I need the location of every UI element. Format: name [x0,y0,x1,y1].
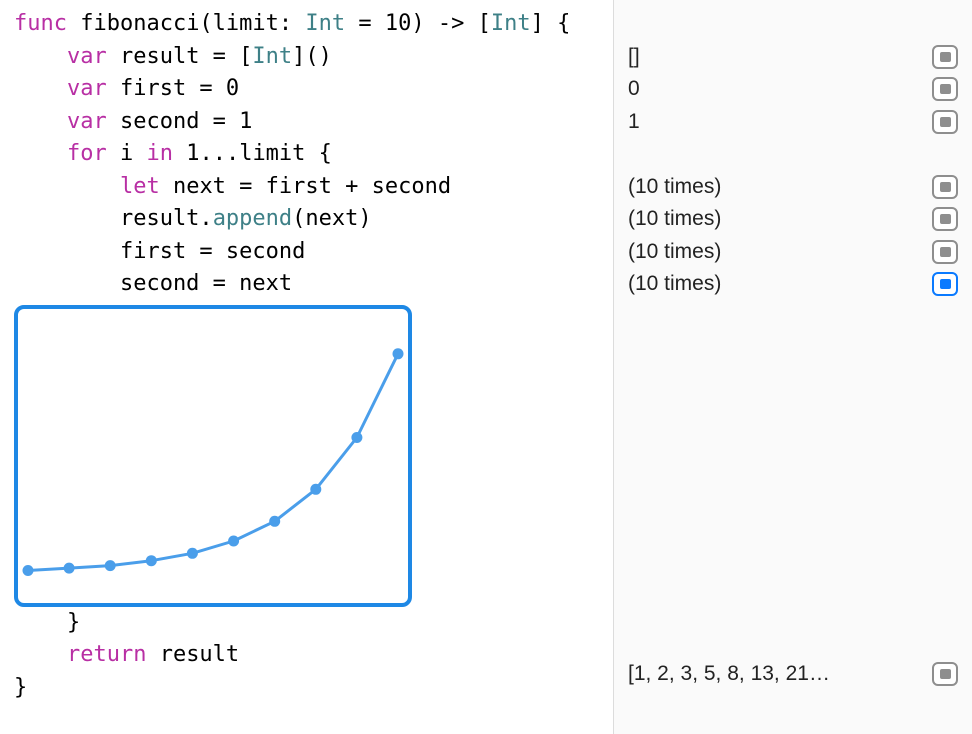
quicklook-button[interactable] [932,175,958,199]
keyword-in: in [146,141,173,166]
quicklook-icon [940,247,951,257]
result-row: (10 times) [628,203,958,236]
keyword-for: for [14,141,107,166]
result-value: 0 [628,77,932,101]
method-append: append [213,206,292,231]
keyword-var: var [14,76,107,101]
result-row: (10 times) [628,236,958,269]
quicklook-button[interactable] [932,662,958,686]
result-row: 1 [628,106,958,139]
result-row: (10 times) [628,171,958,204]
quicklook-button[interactable] [932,207,958,231]
chart-points [23,348,404,576]
quicklook-button[interactable] [932,45,958,69]
keyword-let: let [14,174,160,199]
quicklook-button[interactable] [932,240,958,264]
result-gap [628,138,958,171]
quicklook-button-active[interactable] [932,272,958,296]
keyword-var: var [14,44,107,69]
type-int: Int [491,11,531,36]
type-int: Int [252,44,292,69]
result-row: (10 times) [628,268,958,301]
quicklook-icon [940,182,951,192]
result-value: (10 times) [628,272,932,296]
quicklook-icon [940,279,951,289]
result-value: [1, 2, 3, 5, 8, 13, 21… [628,662,830,686]
result-value: (10 times) [628,207,932,231]
result-value: (10 times) [628,175,932,199]
chart-svg [18,309,408,603]
keyword-var: var [14,109,107,134]
result-row: [] [628,41,958,74]
quicklook-button[interactable] [932,110,958,134]
code-editor-panel[interactable]: func fibonacci(limit: Int = 10) -> [Int]… [0,0,613,734]
result-row-bottom: [1, 2, 3, 5, 8, 13, 21… [628,662,958,686]
quicklook-icon [940,214,951,224]
type-int: Int [305,11,345,36]
keyword-return: return [14,642,146,667]
quicklook-icon [940,117,951,127]
source-code-after-chart[interactable]: } return result } [14,607,613,705]
source-code[interactable]: func fibonacci(limit: Int = 10) -> [Int]… [14,8,613,301]
quicklook-icon [940,52,951,62]
result-gap [628,8,958,41]
results-sidebar: [] 0 1 (10 times) (10 times) (10 times) … [613,0,972,734]
playground-container: func fibonacci(limit: Int = 10) -> [Int]… [0,0,972,734]
keyword-func: func [14,11,67,36]
quicklook-icon [940,84,951,94]
result-value: 1 [628,110,932,134]
inline-result-chart[interactable] [14,305,412,607]
quicklook-icon [940,669,951,679]
quicklook-button[interactable] [932,77,958,101]
result-value: [] [628,45,932,69]
result-row: 0 [628,73,958,106]
result-value: (10 times) [628,240,932,264]
chart-line [28,353,398,570]
